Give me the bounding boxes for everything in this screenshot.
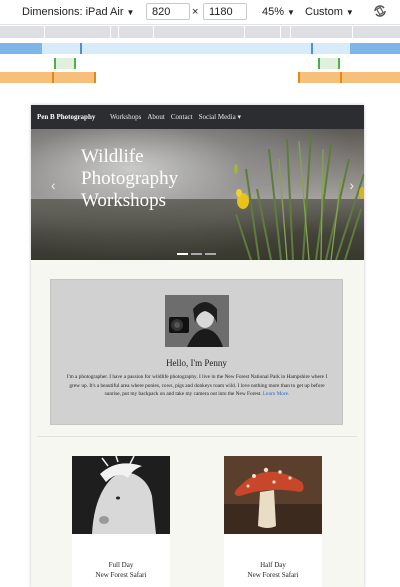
- carousel-indicator[interactable]: [191, 253, 202, 255]
- intro-title: Hello, I'm Penny: [166, 358, 227, 368]
- card-title-line2: New Forest Safari: [247, 571, 299, 579]
- zoom-label: 45%: [262, 6, 285, 18]
- device-select[interactable]: Dimensions: iPad Air ▼: [22, 6, 134, 18]
- portrait-photo: [165, 295, 229, 347]
- nav-item-social-media[interactable]: Social Media ▾: [199, 113, 241, 121]
- height-input[interactable]: 1180: [203, 3, 247, 20]
- site-nav: Workshops About Contact Social Media ▾: [110, 113, 241, 121]
- media-query-bar-green[interactable]: [0, 58, 400, 69]
- nav-item-workshops[interactable]: Workshops: [110, 113, 141, 121]
- chevron-left-icon[interactable]: ‹: [51, 177, 56, 193]
- zoom-select[interactable]: 45% ▼: [262, 6, 295, 18]
- card-title: Half Day New Forest Safari: [224, 560, 322, 580]
- section-divider: [37, 436, 357, 437]
- hero-title: Wildlife Photography Workshops: [81, 146, 179, 211]
- workshop-card-full-day[interactable]: Full Day New Forest Safari: [72, 456, 170, 587]
- card-title-line2: New Forest Safari: [95, 571, 147, 579]
- media-query-bar-blue[interactable]: [0, 43, 400, 54]
- nav-item-contact[interactable]: Contact: [171, 113, 193, 121]
- site-brand[interactable]: Pen B Photography: [37, 113, 95, 121]
- device-toolbar: Dimensions: iPad Air ▼ 820 × 1180 45% ▼ Cu…: [0, 0, 400, 25]
- pony-photo: [72, 456, 170, 534]
- intro-text: I'm a photographer. I have a passion for…: [61, 373, 333, 399]
- rotate-icon[interactable]: [372, 3, 388, 19]
- media-query-bar-gray[interactable]: [0, 26, 400, 38]
- throttle-select[interactable]: Custom ▼: [305, 6, 354, 18]
- device-label: Dimensions: iPad Air: [22, 6, 124, 18]
- mushroom-photo: [224, 456, 322, 534]
- chevron-down-icon: ▼: [345, 8, 354, 17]
- carousel-indicator[interactable]: [205, 253, 216, 255]
- chevron-down-icon: ▼: [287, 8, 295, 17]
- card-title-line1: Full Day: [108, 561, 134, 569]
- media-query-bar-orange[interactable]: [0, 72, 400, 83]
- learn-more-link[interactable]: Learn More.: [263, 391, 289, 397]
- emulated-page: Pen B Photography Workshops About Contac…: [31, 105, 364, 587]
- throttle-label: Custom: [305, 6, 343, 18]
- nav-item-about[interactable]: About: [147, 113, 165, 121]
- hero-carousel: Wildlife Photography Workshops ‹ ›: [31, 129, 364, 260]
- intro-panel: Hello, I'm Penny I'm a photographer. I h…: [50, 279, 343, 425]
- carousel-indicator[interactable]: [177, 253, 188, 255]
- card-title-line1: Half Day: [260, 561, 286, 569]
- card-title: Full Day New Forest Safari: [72, 560, 170, 580]
- chevron-down-icon: ▼: [126, 8, 135, 17]
- workshop-card-half-day[interactable]: Half Day New Forest Safari: [224, 456, 322, 587]
- width-input[interactable]: 820: [146, 3, 190, 20]
- times-separator: ×: [192, 6, 199, 18]
- chevron-right-icon[interactable]: ›: [349, 177, 354, 193]
- site-navbar: Pen B Photography Workshops About Contac…: [31, 105, 364, 129]
